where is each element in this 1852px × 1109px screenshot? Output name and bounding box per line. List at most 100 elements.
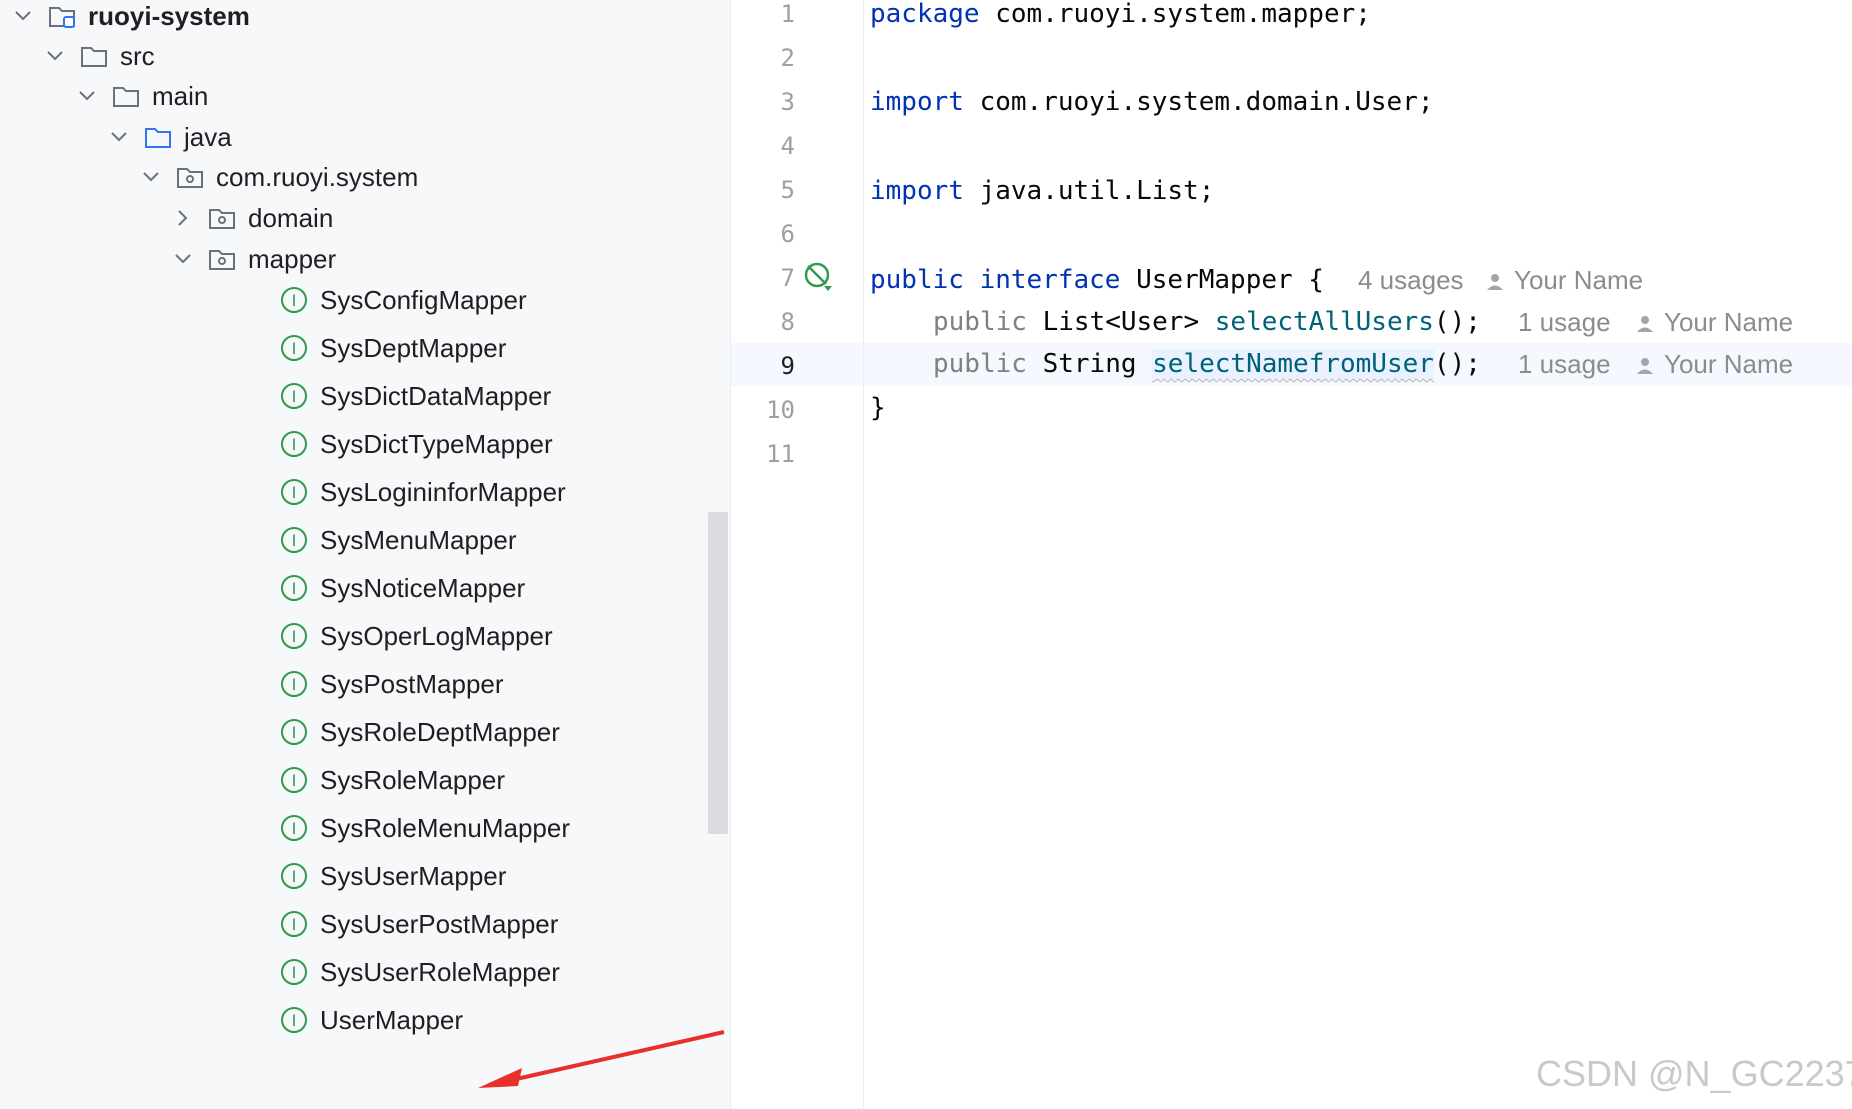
tree-node-interface[interactable]: I SysMenuMapper xyxy=(276,520,517,560)
interface-icon: I xyxy=(276,428,312,460)
line-number[interactable]: 5 xyxy=(725,169,795,212)
line-number[interactable]: 7 xyxy=(725,257,795,300)
interface-badge: I xyxy=(292,723,297,742)
tree-node-interface[interactable]: I SysRoleMenuMapper xyxy=(276,808,570,848)
code-line-7[interactable]: public interface UserMapper { xyxy=(870,259,1324,302)
line-number[interactable]: 3 xyxy=(725,81,795,124)
author-hint[interactable]: Your Name xyxy=(1636,301,1793,344)
tree-label: SysRoleMenuMapper xyxy=(320,813,571,843)
tree-label: java xyxy=(184,122,232,152)
interface-icon: I xyxy=(276,332,312,364)
tree-node-interface[interactable]: I SysOperLogMapper xyxy=(276,616,553,656)
usages-hint[interactable]: 1 usage xyxy=(1518,343,1611,386)
interface-badge: I xyxy=(292,387,297,406)
tree-label: SysDeptMapper xyxy=(320,333,507,363)
tree-node-interface[interactable]: I SysUserMapper xyxy=(276,856,506,896)
tree-node-mapper[interactable]: mapper xyxy=(168,239,336,279)
author-hint[interactable]: Your Name xyxy=(1636,343,1793,386)
interface-badge: I xyxy=(292,531,297,550)
code-line-9[interactable]: public String selectNamefromUser(); xyxy=(933,343,1481,386)
interface-icon: I xyxy=(276,908,312,940)
watermark: CSDN @N_GC2237 xyxy=(1536,1053,1852,1094)
code-text: } xyxy=(870,393,886,423)
keyword: import xyxy=(870,87,964,117)
code-text: UserMapper { xyxy=(1120,265,1324,295)
interface-icon: I xyxy=(276,956,312,988)
tree-node-interface[interactable]: I SysDictDataMapper xyxy=(276,376,551,416)
code-line-3[interactable]: import com.ruoyi.system.domain.User; xyxy=(870,81,1434,124)
tree-node-interface[interactable]: I SysLogininforMapper xyxy=(276,472,566,512)
keyword: public xyxy=(870,265,964,295)
line-number[interactable]: 8 xyxy=(725,301,795,344)
chevron-right-icon[interactable] xyxy=(168,203,198,233)
tree-node-domain[interactable]: domain xyxy=(168,198,333,238)
line-number[interactable]: 11 xyxy=(725,433,795,476)
tree-label: mapper xyxy=(248,244,337,274)
chevron-down-icon[interactable] xyxy=(8,1,38,31)
tree-node-package[interactable]: com.ruoyi.system xyxy=(136,157,418,197)
tree-node-interface[interactable]: I SysDictTypeMapper xyxy=(276,424,553,464)
line-number[interactable]: 1 xyxy=(725,0,795,36)
usages-hint[interactable]: 1 usage xyxy=(1518,301,1611,344)
interface-icon: I xyxy=(276,764,312,796)
project-tree-panel: ruoyi-system src main java com.ruoyi.sys… xyxy=(0,0,731,1109)
tree-node-interface[interactable]: I SysRoleDeptMapper xyxy=(276,712,560,752)
author-hint[interactable]: Your Name xyxy=(1486,259,1643,302)
tree-node-main[interactable]: main xyxy=(72,76,208,116)
tree-label: SysRoleMapper xyxy=(320,765,505,795)
gutter-separator xyxy=(863,0,864,1109)
code-line-1[interactable]: package com.ruoyi.system.mapper; xyxy=(870,0,1371,36)
implemented-gutter-icon[interactable] xyxy=(802,259,836,293)
interface-badge: I xyxy=(292,627,297,646)
tree-node-java[interactable]: java xyxy=(104,117,232,157)
tree-node-interface[interactable]: I SysConfigMapper xyxy=(276,280,527,320)
tree-label: SysUserRoleMapper xyxy=(320,957,560,987)
interface-badge: I xyxy=(292,675,297,694)
tree-node-interface[interactable]: I SysUserRoleMapper xyxy=(276,952,560,992)
chevron-down-icon[interactable] xyxy=(72,81,102,111)
tree-label: SysMenuMapper xyxy=(320,525,517,555)
interface-badge: I xyxy=(292,1011,297,1030)
tree-node-interface[interactable]: I SysRoleMapper xyxy=(276,760,505,800)
chevron-down-icon[interactable] xyxy=(104,122,134,152)
chevron-down-icon[interactable] xyxy=(40,41,70,71)
interface-badge: I xyxy=(292,435,297,454)
tree-node-ruoyi-system[interactable]: ruoyi-system xyxy=(8,0,250,36)
tree-node-interface[interactable]: I SysNoticeMapper xyxy=(276,568,525,608)
line-number[interactable]: 2 xyxy=(725,37,795,80)
tree-node-interface[interactable]: I SysDeptMapper xyxy=(276,328,506,368)
line-number[interactable]: 10 xyxy=(725,389,795,432)
tree-label: src xyxy=(120,41,155,71)
method-name[interactable]: selectAllUsers xyxy=(1215,307,1434,337)
chevron-down-icon[interactable] xyxy=(136,162,166,192)
method-name[interactable]: selectNamefromUser xyxy=(1152,349,1434,379)
tree-node-interface[interactable]: I SysUserPostMapper xyxy=(276,904,558,944)
interface-badge: I xyxy=(292,771,297,790)
tree-node-interface[interactable]: I UserMapper xyxy=(276,1000,463,1040)
tree-label: SysConfigMapper xyxy=(320,285,527,315)
chevron-down-icon[interactable] xyxy=(168,244,198,274)
tree-label: UserMapper xyxy=(320,1005,464,1035)
code-type: List<User> xyxy=(1026,307,1215,337)
code-line-5[interactable]: import java.util.List; xyxy=(870,170,1214,213)
code-type: String xyxy=(1026,349,1153,379)
author-name: Your Name xyxy=(1514,265,1644,295)
code-line-8[interactable]: public List<User> selectAllUsers(); xyxy=(933,301,1481,344)
tree-scrollbar[interactable] xyxy=(708,512,728,834)
usages-hint[interactable]: 4 usages xyxy=(1358,259,1464,302)
code-editor[interactable] xyxy=(731,0,1852,1109)
line-number[interactable]: 9 xyxy=(725,345,795,388)
line-number[interactable]: 4 xyxy=(725,125,795,168)
keyword: interface xyxy=(979,265,1121,295)
line-number[interactable]: 6 xyxy=(725,213,795,256)
code-line-10[interactable]: } xyxy=(870,387,886,430)
tree-label: SysDictDataMapper xyxy=(320,381,552,411)
interface-icon: I xyxy=(276,284,312,316)
tree-label: com.ruoyi.system xyxy=(216,162,419,192)
tree-label: domain xyxy=(248,203,334,233)
package-icon xyxy=(172,161,208,193)
code-text: (); xyxy=(1433,349,1481,379)
tree-node-src[interactable]: src xyxy=(40,36,155,76)
tree-node-interface[interactable]: I SysPostMapper xyxy=(276,664,504,704)
interface-icon: I xyxy=(276,380,312,412)
